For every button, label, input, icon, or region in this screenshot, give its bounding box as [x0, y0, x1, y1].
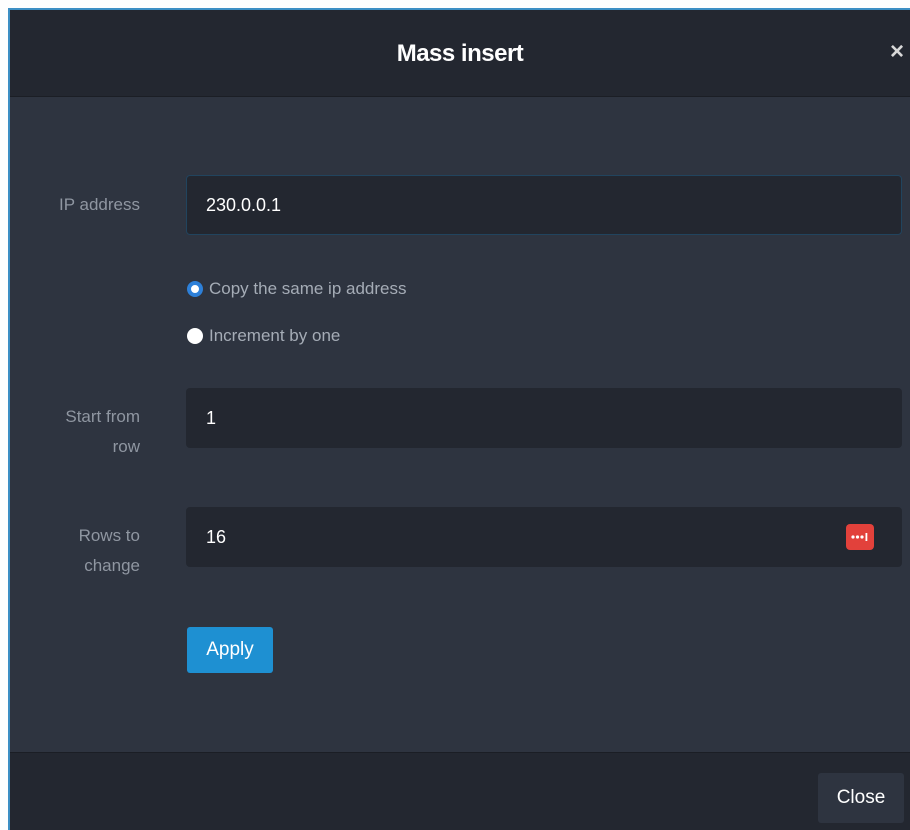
- radio-increment-by-one-label: Increment by one: [209, 326, 341, 345]
- rows-to-change-value: 16: [206, 527, 227, 547]
- dialog-header: Mass insert ×: [10, 10, 910, 97]
- close-icon[interactable]: ×: [890, 40, 904, 64]
- mass-insert-dialog: Mass insert × IP address 230.0.0.1 Copy …: [8, 8, 910, 830]
- rows-to-change-label-line1: Rows to: [78, 526, 140, 545]
- start-from-row-label-line2: row: [112, 437, 140, 456]
- radio-unchecked-icon: [187, 328, 203, 344]
- rows-to-change-input[interactable]: 16: [186, 507, 902, 567]
- start-from-row-label: Start from row: [65, 402, 140, 462]
- close-button[interactable]: Close: [818, 773, 904, 823]
- dialog-footer: Close: [10, 752, 910, 830]
- radio-increment-by-one[interactable]: Increment by one: [187, 326, 340, 346]
- rows-to-change-label-line2: change: [84, 556, 140, 575]
- dialog-body: IP address 230.0.0.1 Copy the same ip ad…: [10, 97, 910, 752]
- start-from-row-input[interactable]: 1: [186, 388, 902, 448]
- start-from-row-label-line1: Start from: [65, 407, 140, 426]
- radio-copy-same-ip-label: Copy the same ip address: [209, 279, 407, 298]
- radio-checked-icon: [187, 281, 203, 297]
- ellipsis-stepper-icon[interactable]: [846, 524, 874, 550]
- dialog-title: Mass insert: [396, 40, 524, 67]
- radio-copy-same-ip[interactable]: Copy the same ip address: [187, 279, 407, 299]
- apply-button[interactable]: Apply: [187, 627, 273, 673]
- ip-address-label: IP address: [59, 195, 140, 214]
- rows-to-change-label: Rows to change: [79, 521, 140, 581]
- ip-address-input[interactable]: 230.0.0.1: [186, 175, 902, 235]
